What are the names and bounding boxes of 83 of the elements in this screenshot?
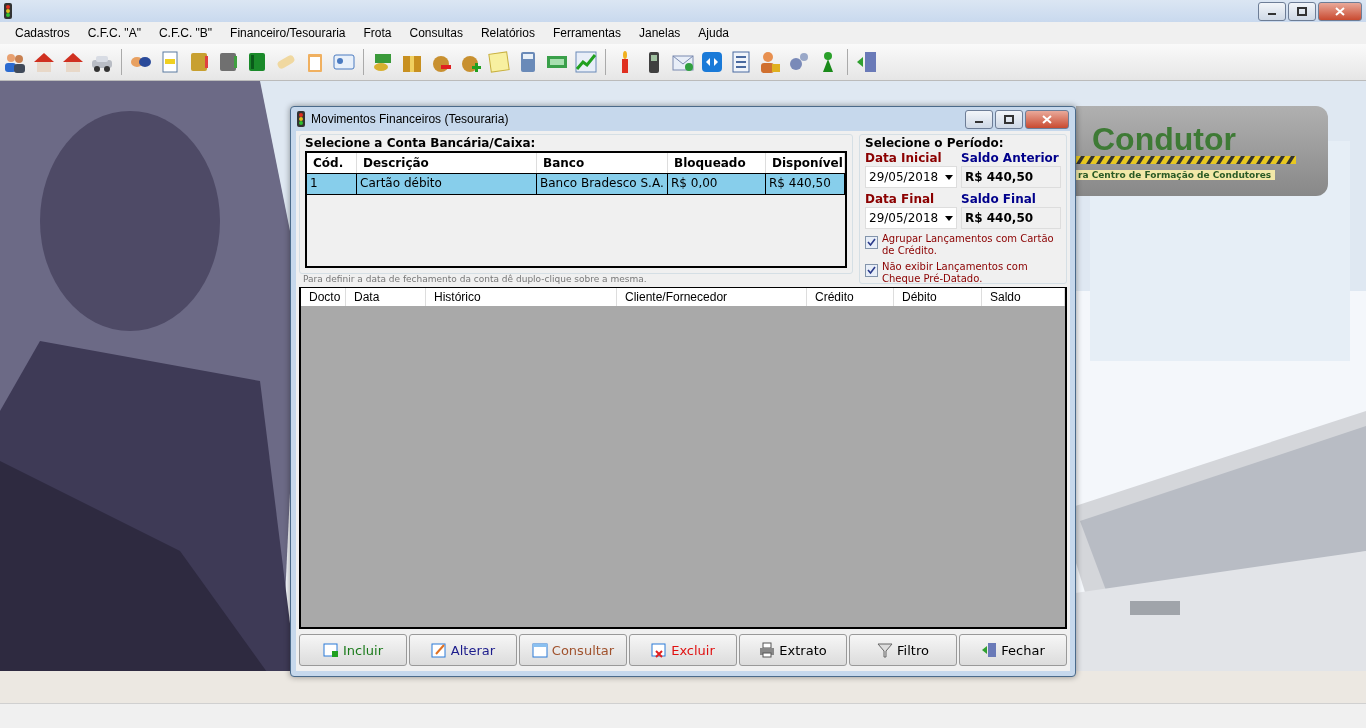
menu-item[interactable]: C.F.C. "B" — [149, 26, 222, 40]
user-lock-icon[interactable] — [758, 50, 782, 74]
column-header: Cliente/Fornecedor — [617, 288, 807, 306]
table-cell: R$ 0,00 — [668, 174, 766, 194]
checkbox-label: Não exibir Lançamentos com Cheque Pré-Datado. — [882, 261, 1029, 285]
menu-item[interactable]: Ferramentas — [543, 26, 630, 40]
traffic-light-icon — [297, 111, 305, 127]
table-cell: Banco Bradesco S.A. — [537, 174, 668, 194]
checkbox-label: Agrupar Lançamentos com Cartão de Crédito. — [882, 233, 1055, 257]
action-button[interactable]: Fechar — [959, 634, 1067, 666]
close-button[interactable] — [1025, 109, 1069, 129]
list-icon[interactable] — [729, 50, 753, 74]
menu-item[interactable]: Ajuda — [689, 26, 739, 40]
action-button[interactable]: Filtro — [849, 634, 957, 666]
action-button[interactable]: Consultar — [519, 634, 627, 666]
column-header: Bloqueado — [668, 153, 766, 173]
caret-icon — [945, 174, 953, 180]
house-icon[interactable] — [61, 50, 85, 74]
logo-subtitle: ra Centro de Formação de Condutores — [1076, 170, 1276, 180]
table-cell: R$ 440,50 — [766, 174, 845, 194]
logo-title: Condutor — [1091, 122, 1236, 156]
filter-icon — [877, 642, 894, 658]
table-row[interactable]: 1 Cartão débito Banco Bradesco S.A. R$ 0,00 R$ 440,50 — [307, 173, 845, 195]
add-icon — [323, 642, 339, 658]
close-button[interactable] — [1318, 1, 1362, 21]
balance-field: R$ 440,50 — [961, 207, 1061, 229]
column-header: Docto — [301, 288, 346, 306]
field-label: Saldo Anterior — [961, 151, 1060, 165]
chart-icon[interactable] — [574, 50, 598, 74]
menu-item[interactable]: Consultas — [400, 26, 472, 40]
menu-item[interactable]: Cadastros — [6, 26, 79, 40]
window-icon — [531, 642, 548, 658]
column-header: Saldo — [982, 288, 1065, 306]
action-button[interactable]: Extrato — [739, 634, 847, 666]
close-icon — [1042, 114, 1052, 124]
column-header: Disponível — [766, 153, 845, 173]
edit-icon — [430, 642, 447, 658]
window-title: Movimentos Financeiros (Tesouraria) — [311, 112, 510, 126]
menu-item[interactable]: C.F.C. "A" — [78, 26, 150, 40]
column-header: Cód. — [307, 153, 357, 173]
column-header: Data — [346, 288, 426, 306]
close-icon — [1335, 6, 1345, 16]
arrows-icon[interactable] — [700, 50, 724, 74]
traffic-light-icon — [4, 3, 12, 19]
restore-icon — [1297, 6, 1307, 16]
checkbox[interactable] — [865, 236, 878, 249]
column-header: Descrição — [357, 153, 537, 173]
delete-icon — [651, 642, 668, 658]
minimize-button[interactable] — [965, 109, 993, 129]
menu-item[interactable]: Janelas — [629, 26, 690, 40]
date-dropdown[interactable]: 29/05/2018 — [865, 166, 957, 188]
action-button[interactable]: Incluir — [299, 634, 407, 666]
menu-item[interactable]: Frota — [354, 26, 401, 40]
caret-icon — [945, 215, 953, 221]
table-cell: Cartão débito — [357, 174, 537, 194]
minimize-button[interactable] — [1258, 1, 1286, 21]
field-label: Data Final — [865, 192, 936, 206]
menu-item[interactable]: Financeiro/Tesouraria — [221, 26, 355, 40]
field-label: Saldo Final — [961, 192, 1037, 206]
hint-text: Para definir a data de fechamento da conta dê duplo-clique sobre a mesma. — [302, 274, 648, 284]
printer-icon — [759, 642, 776, 658]
balance-field: R$ 440,50 — [961, 166, 1061, 188]
date-dropdown[interactable]: 29/05/2018 — [865, 207, 957, 229]
house-icon[interactable] — [32, 50, 56, 74]
menu-item[interactable]: Relatórios — [471, 26, 544, 40]
restore-icon — [1004, 114, 1014, 124]
action-button[interactable]: Alterar — [409, 634, 517, 666]
exit-icon[interactable] — [855, 50, 879, 74]
group-title: Selecione o Período: — [865, 135, 1005, 151]
restore-button[interactable] — [995, 109, 1023, 129]
table-cell: 1 — [307, 174, 357, 194]
column-header: Histórico — [426, 288, 617, 306]
minimize-icon — [1268, 13, 1276, 15]
minimize-icon — [975, 121, 983, 123]
group-title: Selecione a Conta Bancária/Caixa: — [305, 135, 537, 151]
action-button[interactable]: Excluir — [629, 634, 737, 666]
column-header: Crédito — [807, 288, 894, 306]
column-header: Débito — [894, 288, 982, 306]
column-header: Banco — [537, 153, 668, 173]
checkbox[interactable] — [865, 264, 878, 277]
field-label: Data Inicial — [865, 151, 943, 165]
exit-icon — [981, 642, 998, 658]
restore-button[interactable] — [1288, 1, 1316, 21]
